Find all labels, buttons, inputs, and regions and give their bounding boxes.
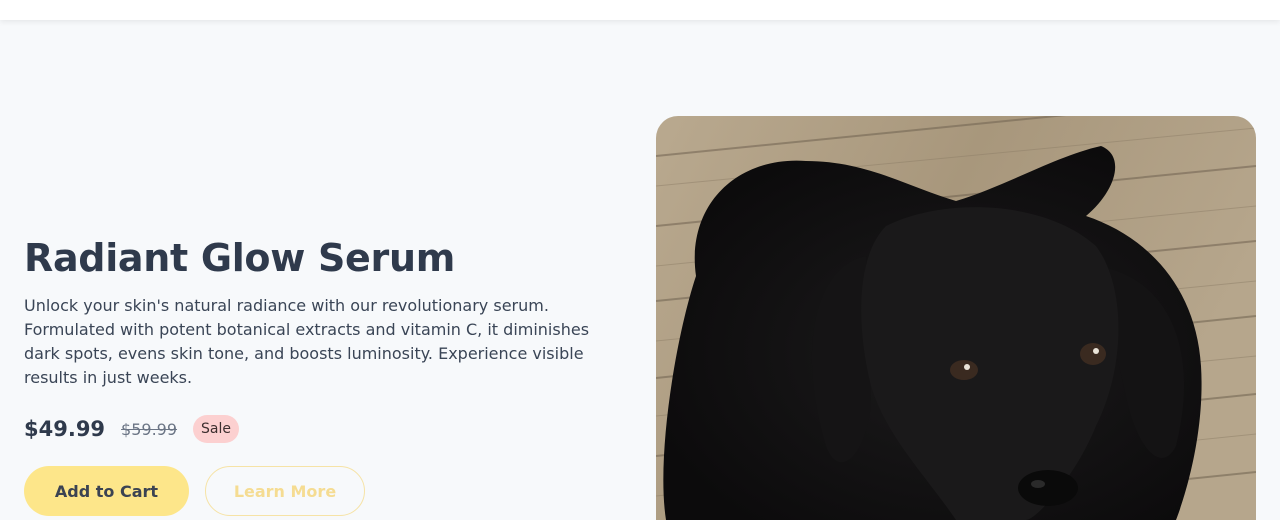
price-row: $49.99 $59.99 Sale	[24, 414, 624, 444]
original-price: $59.99	[121, 419, 178, 439]
product-description: Unlock your skin's natural radiance with…	[24, 296, 590, 387]
sale-badge: Sale	[193, 415, 239, 443]
add-to-cart-button[interactable]: Add to Cart	[24, 466, 189, 516]
product-details: Radiant Glow Serum Unlock your skin's na…	[24, 234, 624, 516]
product-actions: Add to Cart Learn More	[24, 466, 624, 516]
current-price: $49.99	[24, 417, 106, 441]
product-image	[656, 116, 1256, 520]
top-navigation-bar	[0, 0, 1280, 20]
product-title: Radiant Glow Serum	[24, 236, 456, 280]
learn-more-button[interactable]: Learn More	[205, 466, 365, 516]
